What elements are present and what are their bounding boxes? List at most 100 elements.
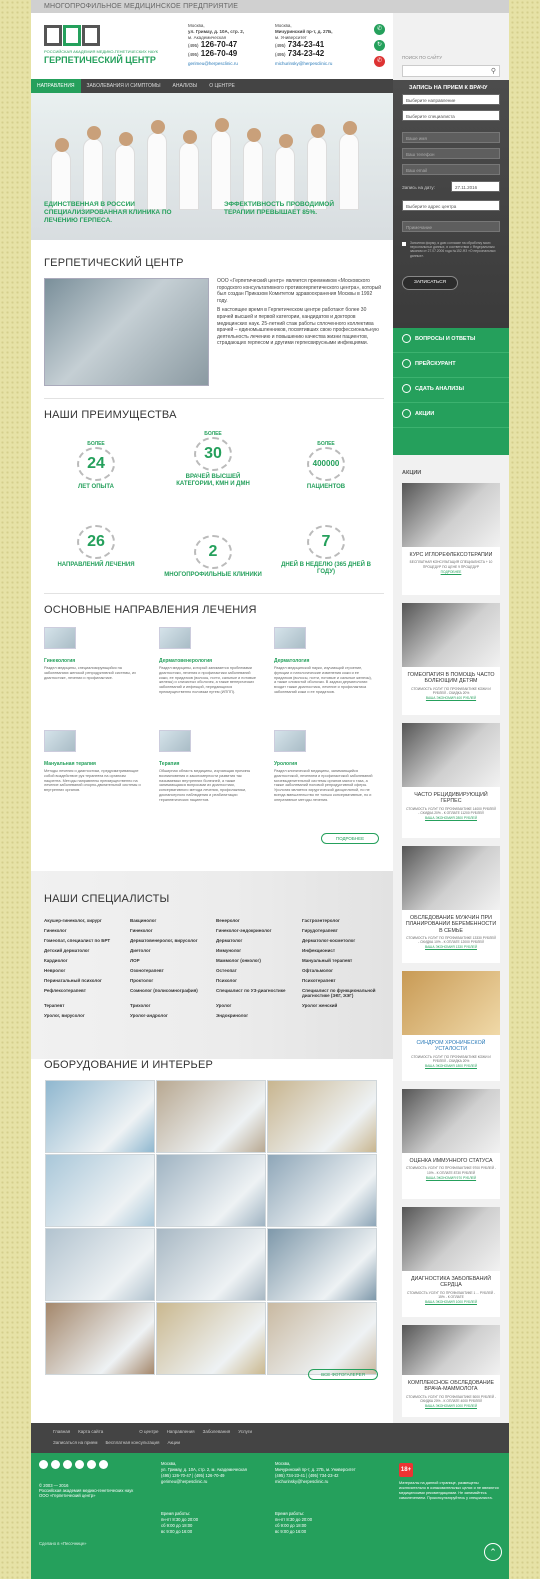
specialist-link[interactable]: Дерматовенеролог, вирусолог xyxy=(130,938,216,943)
specialist-link[interactable]: Перинатальный психолог xyxy=(44,978,130,983)
direction-select[interactable]: Выберите направление xyxy=(402,94,500,105)
gallery-photo[interactable] xyxy=(156,1302,266,1375)
gallery-photo[interactable] xyxy=(267,1080,377,1153)
direction-card[interactable]: Дерматология Раздел медицинской науки, из… xyxy=(274,627,374,695)
specialist-select[interactable]: Выберите специалиста xyxy=(402,110,500,121)
email-field[interactable]: Ваш email xyxy=(402,164,500,175)
footer-link[interactable]: Акции xyxy=(167,1440,180,1445)
promo-card[interactable]: ОБСЛЕДОВАНИЕ МУЖЧИН ПРИ ПЛАНИРОВАНИИ БЕР… xyxy=(402,846,500,963)
nav-diseases[interactable]: ЗАБОЛЕВАНИЯ И СИМПТОМЫ xyxy=(81,79,167,93)
phone-field[interactable]: Ваш телефон xyxy=(402,148,500,159)
callback-icon[interactable]: ↻ xyxy=(374,40,385,51)
footer-link[interactable]: Заболевания xyxy=(203,1429,231,1434)
specialist-link[interactable]: Гинеколог xyxy=(130,928,216,933)
promo-card[interactable]: КУРС ИГЛОРЕФЛЕКСОТЕРАПИИ БЕСПЛАТНАЯ КОНСУ… xyxy=(402,483,500,595)
specialist-link[interactable]: Детский дерматолог xyxy=(44,948,130,953)
specialist-link[interactable]: Психолог xyxy=(216,978,302,983)
directions-more-button[interactable]: ПОДРОБНЕЕ xyxy=(321,833,379,844)
specialist-link[interactable]: Гинеколог xyxy=(44,928,130,933)
specialist-link[interactable]: Уролог женский xyxy=(302,1003,389,1008)
gallery-photo[interactable] xyxy=(45,1080,155,1153)
email-link-2[interactable]: michurinsky@herpesclinic.ru xyxy=(275,61,333,67)
promo-card[interactable]: ГОМЕОПАТИЯ В ПОМОЩЬ ЧАСТО БОЛЕЮЩИМ ДЕТЯМ… xyxy=(402,603,500,715)
menu-analyses[interactable]: СДАТЬ АНАЛИЗЫ xyxy=(393,378,509,403)
specialist-link[interactable]: Офтальмолог xyxy=(302,968,389,973)
specialist-link[interactable]: Кардиолог xyxy=(44,958,130,963)
phone-2[interactable]: 126-70-49 xyxy=(201,49,237,58)
direction-card[interactable]: Мануальная терапия Методы лечения и диагн… xyxy=(44,730,144,793)
logo[interactable]: РОССИЙСКАЯ АКАДЕМИЯ МЕДИКО-ГЕНЕТИЧЕСКИХ … xyxy=(44,25,164,65)
address-select[interactable]: Выберите адрес центра xyxy=(402,200,500,211)
specialist-link[interactable]: Озонотерапевт xyxy=(130,968,216,973)
footer-link[interactable]: Главная xyxy=(53,1429,70,1434)
specialist-link[interactable]: Инфекционист xyxy=(302,948,389,953)
search-icon[interactable]: ⚲ xyxy=(491,67,496,75)
specialist-link[interactable]: Уролог, вирусолог xyxy=(44,1013,130,1018)
specialist-link[interactable]: Трихолог xyxy=(130,1003,216,1008)
direction-card[interactable]: Гинекология Раздел медицины, специализиру… xyxy=(44,627,144,680)
twitter-icon[interactable] xyxy=(99,1460,108,1469)
nav-directions[interactable]: НАПРАВЛЕНИЯ xyxy=(31,79,81,93)
specialist-link[interactable]: Сомнолог (полисомнография) xyxy=(130,988,216,998)
promo-card[interactable]: СИНДРОМ ХРОНИЧЕСКОЙ УСТАЛОСТИ СТОИМОСТЬ У… xyxy=(402,971,500,1081)
phone-4[interactable]: 734-23-42 xyxy=(288,49,324,58)
footer-link[interactable]: Услуги xyxy=(238,1429,252,1434)
specialist-link[interactable]: Эндокринолог xyxy=(216,1013,302,1018)
gallery-photo[interactable] xyxy=(156,1228,266,1301)
specialist-link[interactable]: Остеопат xyxy=(216,968,302,973)
phone-1[interactable]: 126-70-47 xyxy=(201,40,237,49)
vk-icon[interactable] xyxy=(51,1460,60,1469)
youtube-icon[interactable] xyxy=(87,1460,96,1469)
specialist-link[interactable]: Гирудотерапевт xyxy=(302,928,389,933)
promo-card[interactable]: КОМПЛЕКСНОЕ ОБСЛЕДОВАНИЕ ВРАЧА-МАММОЛОГА… xyxy=(402,1325,500,1417)
date-field[interactable]: 27.11.2016 xyxy=(451,181,500,192)
specialist-link[interactable]: Гомеопат, специалист по БРТ xyxy=(44,938,130,943)
scroll-top-icon[interactable]: ⌃ xyxy=(484,1543,502,1561)
promo-card[interactable]: ЧАСТО РЕЦИДИВИРУЮЩИЙ ГЕРПЕС СТОИМОСТЬ УСЛ… xyxy=(402,723,500,838)
footer-link[interactable]: Записаться на прием xyxy=(53,1440,97,1445)
specialist-link[interactable]: Невролог xyxy=(44,968,130,973)
name-field[interactable]: Ваше имя xyxy=(402,132,500,143)
footer-link[interactable]: Бесплатная консультация xyxy=(105,1440,159,1445)
phone-3[interactable]: 734-23-41 xyxy=(288,40,324,49)
menu-prices[interactable]: ПРЕЙСКУРАНТ xyxy=(393,353,509,378)
consent-checkbox[interactable] xyxy=(402,242,406,246)
comment-field[interactable]: Примечание xyxy=(402,221,500,232)
gallery-photo[interactable] xyxy=(156,1080,266,1153)
specialist-link[interactable]: Уролог xyxy=(216,1003,302,1008)
search-input[interactable]: ⚲ xyxy=(402,65,500,77)
footer-link[interactable]: Направления xyxy=(167,1429,195,1434)
emergency-icon[interactable]: ✆ xyxy=(374,56,385,67)
specialist-link[interactable]: Специалист по УЗ-диагностике xyxy=(216,988,302,998)
gallery-photo[interactable] xyxy=(267,1302,377,1375)
facebook-icon[interactable] xyxy=(39,1460,48,1469)
gallery-photo[interactable] xyxy=(267,1228,377,1301)
odnoklassniki-icon[interactable] xyxy=(63,1460,72,1469)
promo-card[interactable]: ДИАГНОСТИКА ЗАБОЛЕВАНИЙ СЕРДЦА СТОИМОСТЬ … xyxy=(402,1207,500,1317)
gallery-photo[interactable] xyxy=(45,1228,155,1301)
specialist-link[interactable]: Иммунолог xyxy=(216,948,302,953)
specialist-link[interactable]: Рефлексотерапевт xyxy=(44,988,130,998)
gallery-photo[interactable] xyxy=(45,1154,155,1227)
instagram-icon[interactable] xyxy=(75,1460,84,1469)
direction-card[interactable]: Дерматовенерология Раздел медицины, котор… xyxy=(159,627,259,695)
specialist-link[interactable]: Диетолог xyxy=(130,948,216,953)
menu-faq[interactable]: ВОПРОСЫ И ОТВЕТЫ xyxy=(393,328,509,353)
direction-card[interactable]: Терапия Обширная область медицины, изучаю… xyxy=(159,730,259,803)
gallery-photo[interactable] xyxy=(267,1154,377,1227)
specialist-link[interactable]: Маммолог (онколог) xyxy=(216,958,302,963)
specialist-link[interactable]: Мануальный терапевт xyxy=(302,958,389,963)
gallery-photo[interactable] xyxy=(156,1154,266,1227)
specialist-link[interactable]: Гинеколог-эндокринолог xyxy=(216,928,302,933)
specialist-link[interactable]: Дерматолог xyxy=(216,938,302,943)
phone-call-icon[interactable]: ✆ xyxy=(374,24,385,35)
promo-card[interactable]: ОЦЕНКА ИММУННОГО СТАТУСА СТОИМОСТЬ УСЛУГ … xyxy=(402,1089,500,1199)
gallery-photo[interactable] xyxy=(45,1302,155,1375)
specialist-link[interactable]: Проктолог xyxy=(130,978,216,983)
nav-analyses[interactable]: АНАЛИЗЫ xyxy=(167,79,204,93)
menu-promos[interactable]: АКЦИИ xyxy=(393,403,509,428)
email-link-1[interactable]: gerimeu@herpesclinic.ru xyxy=(188,61,244,67)
specialist-link[interactable]: Специалист по функциональной диагностике… xyxy=(302,988,389,998)
specialist-link[interactable]: Психотерапевт xyxy=(302,978,389,983)
gallery-all-button[interactable]: ВСЕ ФОТОГАЛЕРЕЯ xyxy=(308,1369,378,1380)
